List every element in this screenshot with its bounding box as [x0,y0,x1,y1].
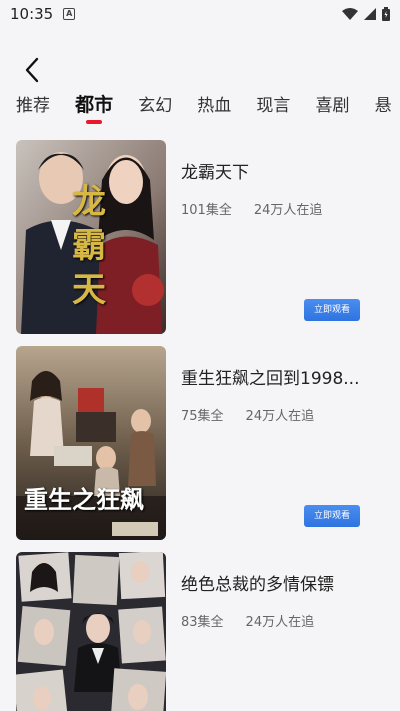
watcher-count: 24万人在追 [245,409,315,424]
drama-title: 绝色总裁的多情保镖 [181,575,334,595]
tab-urban[interactable]: 都市 [75,90,114,124]
tab-label: 热血 [197,96,232,116]
tab-comedy[interactable]: 喜剧 [315,91,349,121]
status-icons [342,7,390,21]
tab-modern-romance[interactable]: 现言 [256,91,290,121]
signal-icon [364,7,376,20]
tab-fantasy[interactable]: 玄幻 [138,91,172,121]
episode-count: 75集全 [181,409,224,424]
drama-card[interactable]: 重生之狂飙 重生狂飙之回到1998... 75集全 24万人在追 立即观看 [16,346,366,540]
drama-poster [16,552,166,711]
active-tab-indicator [86,120,103,124]
tab-label: 喜剧 [315,96,350,116]
drama-card[interactable]: 龙霸天 龙霸天下 101集全 24万人在追 立即观看 [16,140,366,334]
watch-now-button[interactable]: 立即观看 [304,505,360,527]
battery-icon [382,7,390,21]
drama-meta: 101集全 24万人在追 [181,199,366,218]
wifi-icon [342,7,358,20]
drama-card[interactable]: 绝色总裁的多情保镖 83集全 24万人在追 [16,552,366,711]
tab-label: 都市 [75,94,114,116]
tab-action[interactable]: 热血 [197,91,231,121]
status-time: 10:35 [10,5,54,23]
drama-info: 龙霸天下 101集全 24万人在追 [181,158,366,218]
tab-recommend[interactable]: 推荐 [16,91,50,121]
episode-count: 101集全 [181,203,232,218]
back-button[interactable] [18,56,46,84]
chevron-left-icon [25,57,39,83]
watch-now-button[interactable]: 立即观看 [304,299,360,321]
drama-info: 重生狂飙之回到1998... 75集全 24万人在追 [181,364,366,424]
drama-meta: 83集全 24万人在追 [181,611,366,630]
tab-label: 推荐 [16,96,50,116]
drama-poster: 重生之狂飙 [16,346,166,540]
poster-title: 龙霸天 [72,182,106,310]
drama-poster: 龙霸天 [16,140,166,334]
drama-title: 重生狂飙之回到1998... [181,369,360,389]
drama-info: 绝色总裁的多情保镖 83集全 24万人在追 [181,570,366,630]
drama-meta: 75集全 24万人在追 [181,405,366,424]
tab-suspense[interactable]: 悬 [375,91,392,121]
drama-title: 龙霸天下 [181,163,249,183]
tab-label: 悬 [374,96,392,116]
notification-a-icon: A [63,8,76,20]
poster-title: 重生之狂飙 [24,485,144,514]
episode-count: 83集全 [181,615,224,630]
watcher-count: 24万人在追 [245,615,315,630]
category-tabs: 推荐 都市 玄幻 热血 现言 喜剧 悬 [0,90,400,126]
tab-label: 现言 [256,96,291,116]
status-bar: 10:35 A [0,0,400,28]
watcher-count: 24万人在追 [253,203,323,218]
tab-label: 玄幻 [138,96,173,116]
